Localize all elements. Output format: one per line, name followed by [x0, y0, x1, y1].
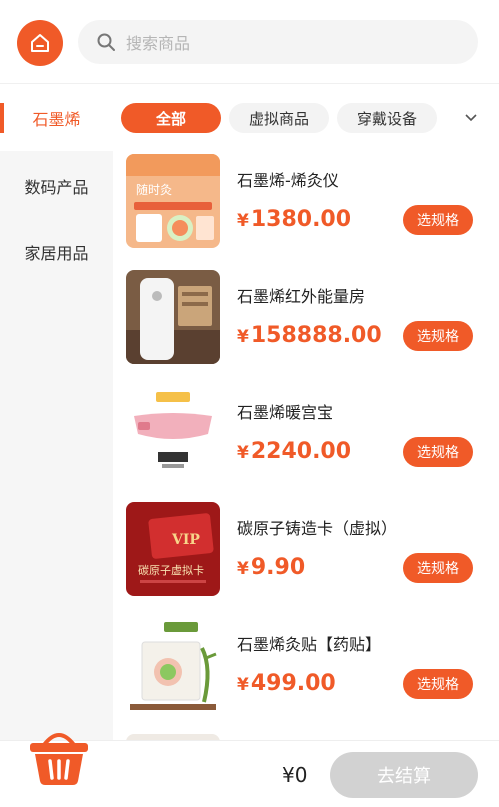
- product-image-text: VIP: [171, 532, 200, 548]
- tab-label: 穿戴设备: [356, 109, 417, 128]
- select-spec-button[interactable]: 选规格: [403, 669, 473, 699]
- tab-all[interactable]: 全部: [121, 103, 221, 133]
- product-name: 碳原子铸造卡（虚拟）: [237, 519, 398, 538]
- product-name: 石墨烯红外能量房: [237, 287, 366, 306]
- product-price: ¥158888.00: [237, 323, 382, 348]
- checkout-button[interactable]: 去结算: [330, 752, 478, 798]
- product-list: 随时灸 石墨烯-烯灸仪 ¥1380.00 选规格 石墨烯红外能量房 ¥15888…: [113, 151, 499, 740]
- price-value: 1380.00: [250, 207, 352, 232]
- currency-symbol: ¥: [237, 675, 249, 695]
- search-input[interactable]: 搜索商品: [78, 20, 478, 64]
- product-price: ¥9.90: [237, 555, 305, 580]
- tab-label: 虚拟商品: [248, 109, 309, 128]
- tab-virtual[interactable]: 虚拟商品: [229, 103, 329, 133]
- select-spec-button[interactable]: 选规格: [403, 321, 473, 351]
- currency-symbol: ¥: [237, 211, 249, 231]
- price-value: 9.90: [250, 555, 306, 580]
- product-name: 石墨烯-烯灸仪: [237, 171, 339, 190]
- search-placeholder: 搜索商品: [126, 34, 191, 53]
- product-image[interactable]: [126, 270, 220, 364]
- product-price: ¥499.00: [237, 671, 336, 696]
- product-price: ¥2240.00: [237, 439, 351, 464]
- cart-button[interactable]: [26, 723, 92, 789]
- sidebar-item-digital[interactable]: 数码产品: [0, 153, 113, 219]
- home-button[interactable]: [17, 20, 63, 66]
- expand-tabs-button[interactable]: [456, 103, 486, 133]
- sidebar-item-label: 石墨烯: [32, 110, 81, 129]
- list-item[interactable]: 石墨烯灸贴【药贴】 ¥499.00 选规格: [113, 615, 499, 731]
- search-icon: [97, 33, 115, 51]
- sidebar-item-graphene[interactable]: 石墨烯: [0, 85, 113, 151]
- top-bar: 搜索商品: [0, 0, 499, 84]
- product-image-text: 随时灸: [136, 182, 172, 197]
- home-icon: [31, 34, 49, 52]
- select-spec-button[interactable]: 选规格: [403, 553, 473, 583]
- chevron-down-icon: [465, 114, 477, 122]
- select-spec-button[interactable]: 选规格: [403, 437, 473, 467]
- sidebar-item-label: 数码产品: [24, 178, 89, 197]
- product-image[interactable]: VIP 碳原子虚拟卡: [126, 502, 220, 596]
- product-image[interactable]: 随时灸: [126, 154, 220, 248]
- product-name: 石墨烯暖宫宝: [237, 403, 334, 422]
- list-item[interactable]: 石墨烯红外能量房 ¥158888.00 选规格: [113, 267, 499, 383]
- currency-symbol: ¥: [237, 327, 249, 347]
- price-value: 158888.00: [250, 323, 382, 348]
- tab-wearables[interactable]: 穿戴设备: [337, 103, 437, 133]
- shopping-basket-icon: [30, 733, 88, 785]
- product-price: ¥1380.00: [237, 207, 351, 232]
- price-value: 499.00: [250, 671, 336, 696]
- product-image[interactable]: [126, 618, 220, 712]
- select-spec-button[interactable]: 选规格: [403, 205, 473, 235]
- currency-symbol: ¥: [237, 559, 249, 579]
- category-sidebar: 石墨烯 数码产品 家居用品: [0, 85, 113, 740]
- list-item[interactable]: 石墨烯暖宫宝 ¥2240.00 选规格: [113, 383, 499, 499]
- list-item[interactable]: [113, 731, 499, 740]
- subcategory-tabs: 全部 虚拟商品 穿戴设备: [113, 85, 499, 151]
- list-item[interactable]: VIP 碳原子虚拟卡 碳原子铸造卡（虚拟） ¥9.90 选规格: [113, 499, 499, 615]
- price-value: 2240.00: [250, 439, 352, 464]
- sidebar-item-home[interactable]: 家居用品: [0, 219, 113, 285]
- currency-symbol: ¥: [237, 443, 249, 463]
- product-image[interactable]: [126, 386, 220, 480]
- product-name: 石墨烯灸贴【药贴】: [237, 635, 382, 654]
- product-image-text: 碳原子虚拟卡: [138, 563, 204, 577]
- cart-total: ¥0: [282, 763, 308, 787]
- cart-bar: ¥0 去结算: [0, 733, 499, 807]
- sidebar-item-label: 家居用品: [24, 244, 89, 263]
- tab-label: 全部: [155, 109, 186, 128]
- list-item[interactable]: 随时灸 石墨烯-烯灸仪 ¥1380.00 选规格: [113, 151, 499, 267]
